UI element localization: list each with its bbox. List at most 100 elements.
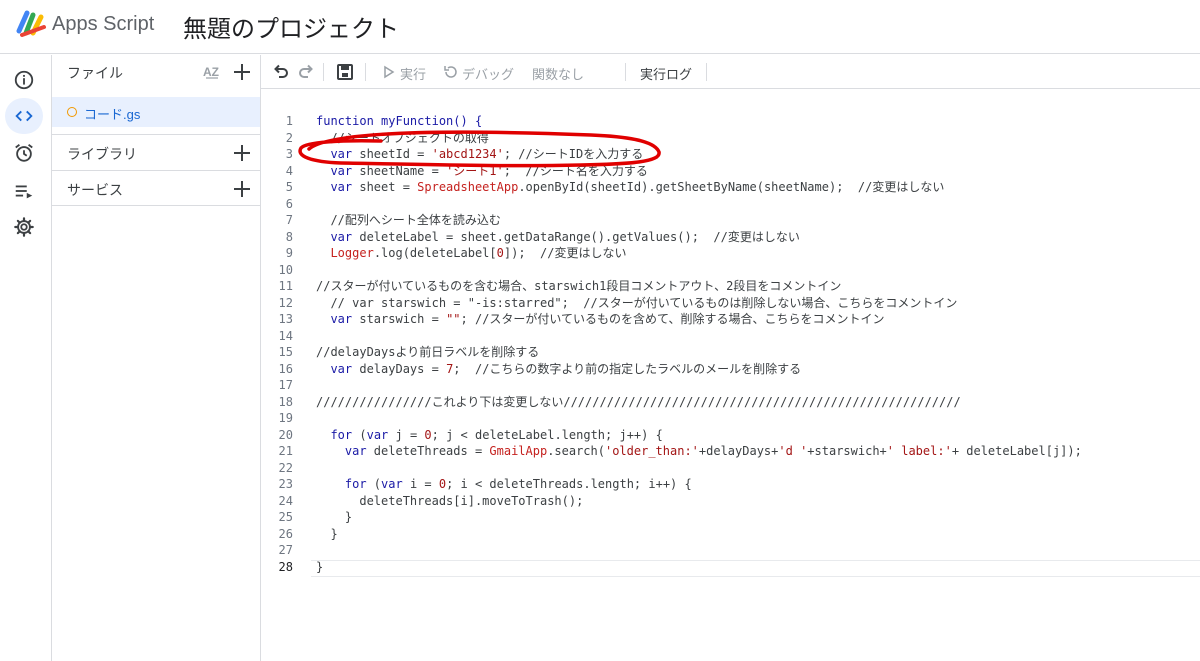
code-line[interactable]: 28} bbox=[261, 559, 1200, 576]
debug-button[interactable]: デバッグ bbox=[462, 64, 514, 83]
code-token: sheetName = bbox=[359, 163, 447, 178]
run-icon bbox=[384, 65, 395, 79]
line-number: 19 bbox=[278, 411, 293, 425]
code-token: 0 bbox=[438, 477, 447, 491]
code-line[interactable]: 10 bbox=[261, 262, 1200, 279]
code-line[interactable]: 24 deleteThreads[i].moveToTrash(); bbox=[261, 493, 1200, 510]
code-token: function myFunction() { bbox=[316, 114, 483, 128]
code-line[interactable]: 14 bbox=[261, 328, 1200, 345]
code-line[interactable]: 23 for (var i = 0; i < deleteThreads.len… bbox=[261, 476, 1200, 493]
line-number: 16 bbox=[278, 361, 293, 376]
line-number: 9 bbox=[285, 246, 293, 260]
code-token: j = bbox=[395, 427, 425, 442]
code-line[interactable]: 13 var starswich = ""; //スターが付いているものを含めて… bbox=[261, 311, 1200, 328]
code-token: .search( bbox=[547, 444, 605, 458]
code-token: //シートオブジェクトの取得 bbox=[316, 130, 489, 145]
code-token: ; //シート名を入力する bbox=[503, 163, 648, 178]
run-button[interactable]: 実行 bbox=[400, 64, 426, 83]
services-section: サービス bbox=[52, 170, 260, 206]
code-text: //シートオブジェクトの取得 bbox=[316, 130, 489, 147]
alarm-icon bbox=[15, 144, 33, 162]
code-line[interactable]: 1 function myFunction() { bbox=[261, 113, 1200, 130]
project-title[interactable]: 無題のプロジェクト bbox=[183, 9, 399, 44]
line-number: 27 bbox=[278, 543, 293, 557]
code-line[interactable]: 15 //delayDaysより前日ラベルを削除する bbox=[261, 344, 1200, 361]
code-text: var deleteLabel = sheet.getDataRange().g… bbox=[316, 229, 799, 246]
code-line[interactable]: 2 //シートオブジェクトの取得 bbox=[261, 130, 1200, 147]
code-editor[interactable]: 1 function myFunction() {2 //シートオブジェクトの取得… bbox=[261, 90, 1200, 661]
code-token: ; i < deleteThreads.length; i++) { bbox=[446, 477, 692, 491]
redo-icon[interactable] bbox=[297, 63, 315, 81]
code-line[interactable]: 4 var sheetName = 'シート1'; //シート名を入力する bbox=[261, 163, 1200, 180]
undo-icon[interactable] bbox=[272, 63, 290, 81]
code-text: //delayDaysより前日ラベルを削除する bbox=[316, 344, 539, 361]
files-panel: ファイル AZ コード.gs ライブラリ サービス bbox=[52, 55, 261, 661]
editor-button[interactable] bbox=[5, 98, 43, 134]
add-library-icon[interactable] bbox=[233, 144, 251, 162]
overview-button[interactable] bbox=[5, 62, 43, 98]
line-number: 7 bbox=[285, 213, 293, 227]
code-line[interactable]: 20 for (var j = 0; j < deleteLabel.lengt… bbox=[261, 427, 1200, 444]
code-line[interactable]: 18 ////////////////これより下は変更しない///////////… bbox=[261, 394, 1200, 411]
function-select[interactable]: 関数なし bbox=[532, 64, 584, 83]
code-line[interactable]: 9 Logger.log(deleteLabel[0]); //変更はしない bbox=[261, 245, 1200, 262]
executions-button[interactable] bbox=[5, 173, 43, 209]
app-name[interactable]: Apps Script bbox=[52, 13, 154, 36]
apps-script-logo-icon[interactable] bbox=[16, 9, 48, 39]
code-line[interactable]: 25 } bbox=[261, 509, 1200, 526]
code-line[interactable]: 11 //スターが付いているものを含む場合、starswich1段目コメントアウト… bbox=[261, 278, 1200, 295]
code-token: var bbox=[316, 147, 360, 161]
libraries-section: ライブラリ bbox=[52, 134, 260, 170]
code-text: Logger.log(deleteLabel[0]); //変更はしない bbox=[316, 245, 626, 262]
code-token: 'd ' bbox=[778, 444, 808, 458]
triggers-button[interactable] bbox=[5, 135, 43, 171]
code-line[interactable]: 17 bbox=[261, 377, 1200, 394]
code-line[interactable]: 22 bbox=[261, 460, 1200, 477]
code-text: var deleteThreads = GmailApp.search('old… bbox=[316, 443, 1082, 460]
code-token: sheet = bbox=[359, 180, 418, 194]
toolbar-divider bbox=[323, 63, 324, 81]
code-text: ////////////////これより下は変更しない/////////////… bbox=[316, 394, 961, 411]
code-token: deleteThreads = bbox=[373, 444, 490, 458]
code-line[interactable]: 19 bbox=[261, 410, 1200, 427]
code-token: ; //シートIDを入力する bbox=[503, 147, 644, 161]
add-file-icon[interactable] bbox=[233, 63, 251, 81]
code-token: } bbox=[316, 526, 338, 541]
code-line[interactable]: 16 var delayDays = 7; //こちらの数字より前の指定したラベ… bbox=[261, 361, 1200, 378]
add-service-icon[interactable] bbox=[233, 180, 251, 198]
code-token: //配列へシート全体を読み込む bbox=[316, 213, 501, 227]
code-line[interactable]: 27 bbox=[261, 542, 1200, 559]
code-text: var sheetName = 'シート1'; //シート名を入力する bbox=[316, 163, 648, 180]
files-title: ファイル bbox=[67, 65, 123, 81]
code-token: for bbox=[316, 427, 360, 442]
execution-log-button[interactable]: 実行ログ bbox=[640, 64, 692, 83]
code-line[interactable]: 7 //配列へシート全体を読み込む bbox=[261, 212, 1200, 229]
line-number: 12 bbox=[278, 295, 293, 310]
editor-toolbar: 実行 デバッグ 関数なし 実行ログ bbox=[261, 55, 1200, 89]
code-token: } bbox=[316, 510, 353, 524]
file-item-code-gs[interactable]: コード.gs bbox=[52, 97, 260, 127]
code-token: var bbox=[381, 477, 410, 491]
code-token: ( bbox=[373, 477, 382, 491]
save-icon[interactable] bbox=[336, 63, 354, 81]
sort-az-icon[interactable]: AZ bbox=[202, 63, 224, 81]
code-line[interactable]: 26 } bbox=[261, 526, 1200, 543]
code-token: 'シート1' bbox=[446, 163, 504, 178]
code-line[interactable]: 21 var deleteThreads = GmailApp.search('… bbox=[261, 443, 1200, 460]
services-label: サービス bbox=[67, 182, 123, 198]
code-line[interactable]: 6 bbox=[261, 196, 1200, 213]
code-line[interactable]: 12 // var starswich = "-is:starred"; //ス… bbox=[261, 295, 1200, 312]
code-token: } bbox=[316, 559, 324, 574]
code-text: } bbox=[316, 526, 338, 543]
line-number: 15 bbox=[278, 345, 293, 359]
line-number: 22 bbox=[278, 460, 293, 475]
line-number: 6 bbox=[285, 196, 293, 211]
line-number: 5 bbox=[285, 180, 293, 194]
code-line[interactable]: 3 var sheetId = 'abcd1234'; //シートIDを入力する bbox=[261, 146, 1200, 163]
line-number: 28 bbox=[278, 559, 293, 574]
code-line[interactable]: 5 var sheet = SpreadsheetApp.openById(sh… bbox=[261, 179, 1200, 196]
info-icon bbox=[14, 70, 34, 90]
code-line[interactable]: 8 var deleteLabel = sheet.getDataRange()… bbox=[261, 229, 1200, 246]
settings-button[interactable] bbox=[5, 209, 43, 245]
code-token: var bbox=[366, 427, 396, 442]
